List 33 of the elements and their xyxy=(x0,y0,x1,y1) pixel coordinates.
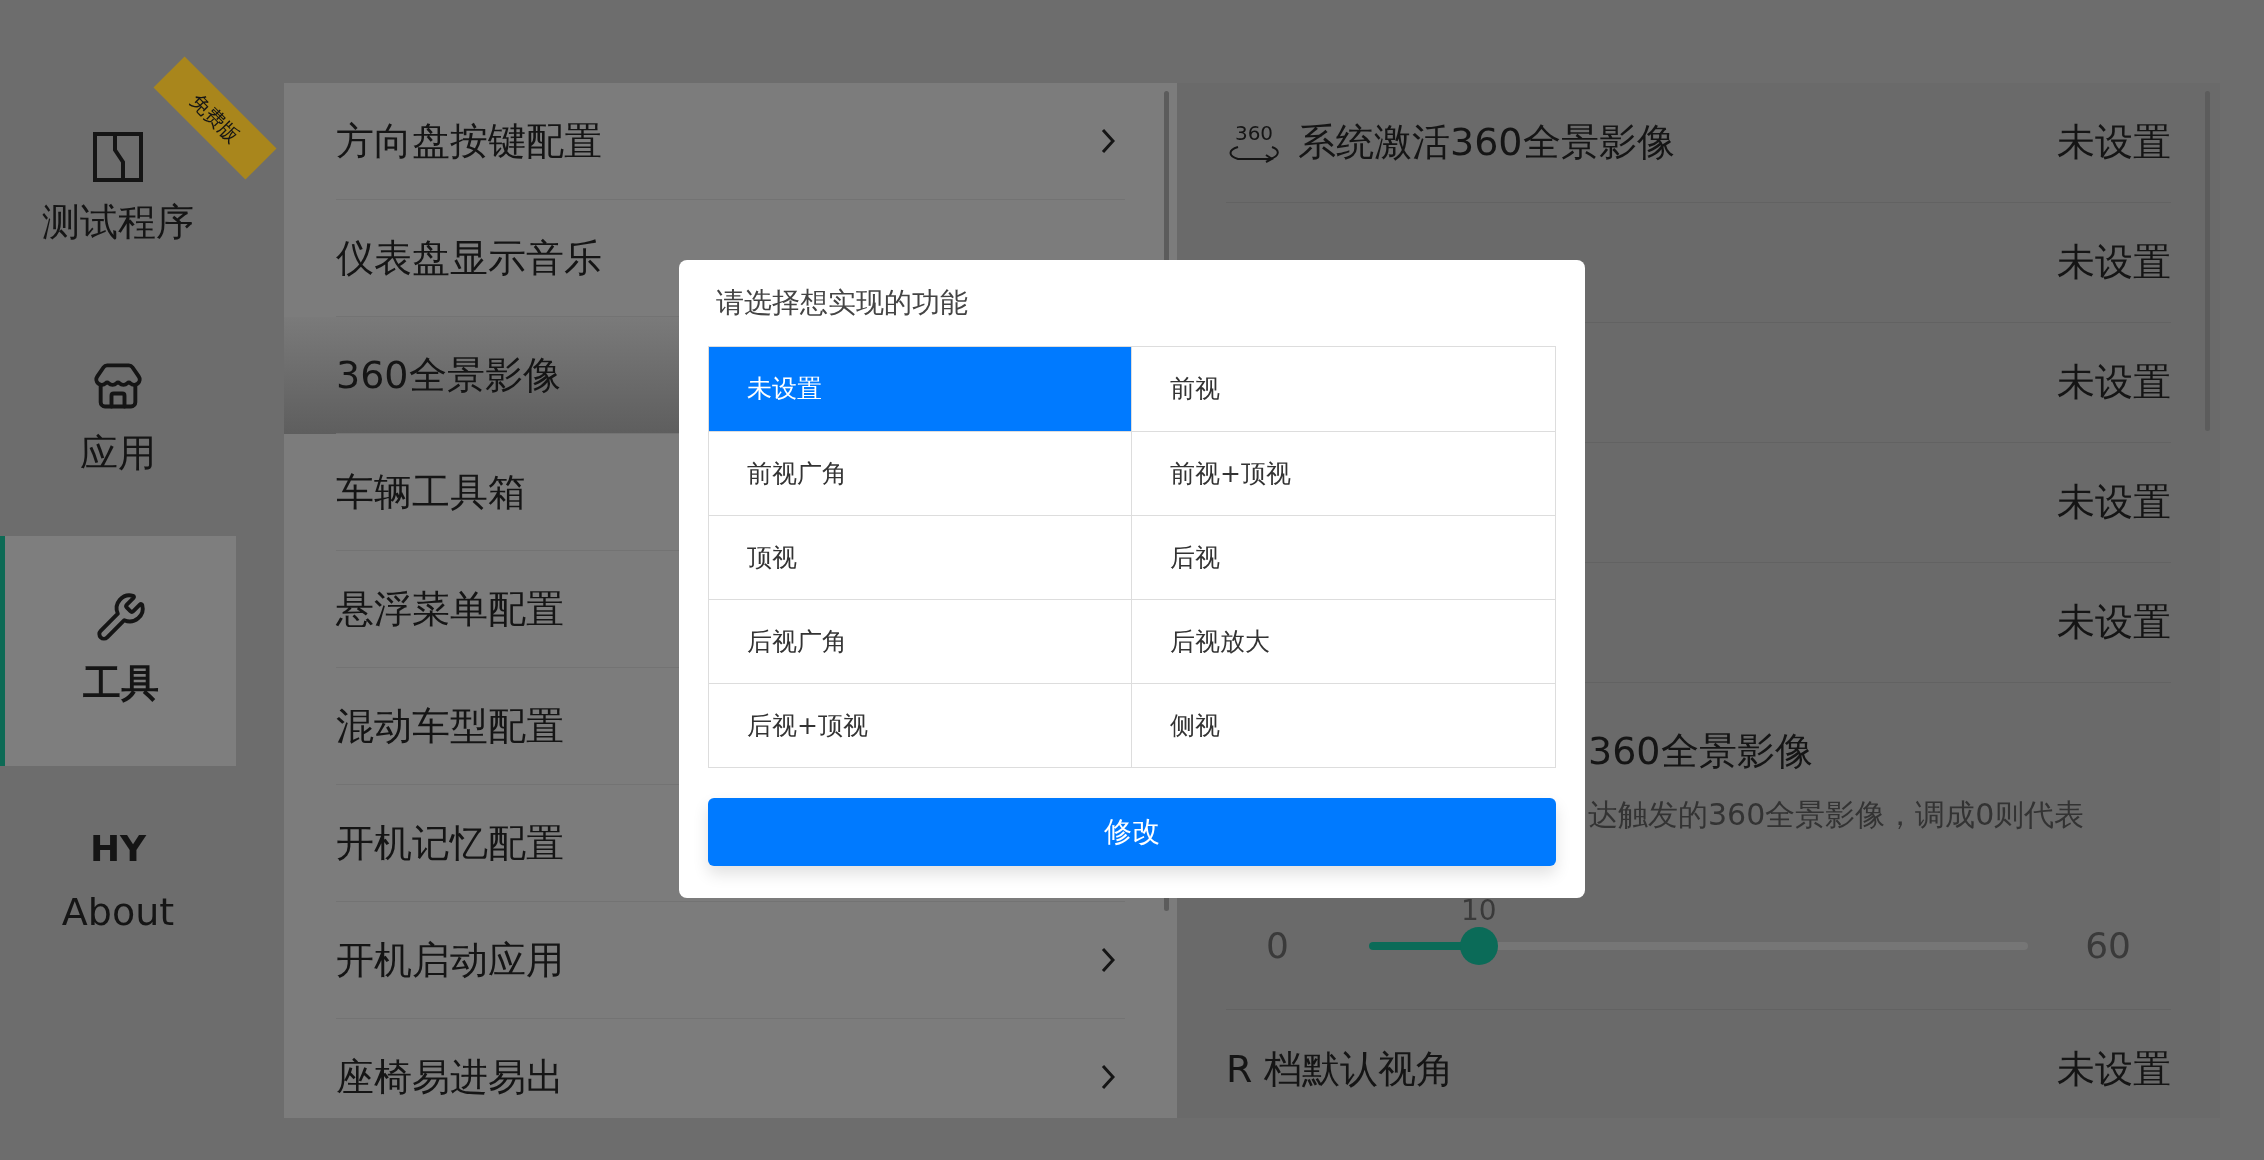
setting-value[interactable]: 未设置 xyxy=(2057,234,2171,291)
slider-thumb[interactable] xyxy=(1459,927,1498,965)
sidebar-label[interactable]: 测试程序 xyxy=(42,193,194,251)
setting-label: R 档默认视角 xyxy=(1226,1046,1455,1093)
sidebar-label[interactable]: 应用 xyxy=(80,424,156,482)
chevron-icon xyxy=(1101,1064,1115,1090)
logo-text: HY xyxy=(89,826,147,871)
chevron-icon xyxy=(1101,128,1115,154)
option-cell[interactable]: 顶视 xyxy=(709,515,1132,599)
setting-description: 达触发的360全景影像，调成0则代表 xyxy=(1587,796,2086,834)
chevron-icon xyxy=(1101,947,1115,973)
dialog-title: 请选择想实现的功能 xyxy=(715,285,969,321)
menu-item[interactable]: 方向盘按键配置 xyxy=(284,83,1177,200)
door-icon xyxy=(93,131,143,182)
sidebar-item[interactable]: 工具 xyxy=(0,536,236,766)
option-cell[interactable]: 后视广角 xyxy=(709,599,1132,683)
ribbon-badge: 免费版 xyxy=(153,56,277,180)
wrench-icon xyxy=(94,590,147,643)
modify-button[interactable]: 修改 xyxy=(708,798,1556,866)
sidebar-label[interactable]: About xyxy=(61,883,175,941)
setting-value[interactable]: 未设置 xyxy=(2057,114,2171,171)
setting-value[interactable]: 未设置 xyxy=(2057,474,2171,531)
sidebar-label[interactable]: 工具 xyxy=(82,654,159,712)
option-cell[interactable]: 后视+顶视 xyxy=(709,683,1132,767)
option-cell[interactable]: 未设置 xyxy=(709,347,1132,431)
setting-title: 360全景影像 xyxy=(1587,728,1814,775)
menu-item[interactable]: 开机启动应用 xyxy=(284,902,1177,1019)
setting-value[interactable]: 未设置 xyxy=(2057,354,2171,411)
menu-item[interactable]: 座椅易进易出 xyxy=(284,1019,1177,1118)
setting-label: 系统激活360全景影像 xyxy=(1298,119,1675,166)
setting-value[interactable]: 未设置 xyxy=(2057,1041,2171,1098)
option-cell[interactable]: 前视广角 xyxy=(709,431,1132,515)
setting-value[interactable]: 未设置 xyxy=(2057,594,2171,651)
